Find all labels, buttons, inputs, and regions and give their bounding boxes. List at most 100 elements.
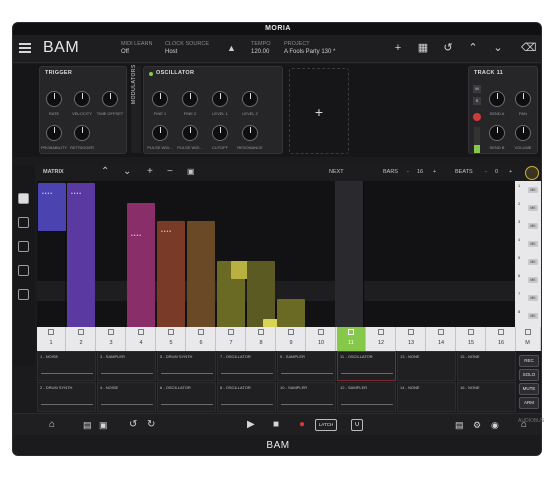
add-device-slot[interactable]: + bbox=[289, 68, 349, 154]
track-cell[interactable]: 16 - NONE bbox=[457, 382, 516, 412]
latch-button[interactable]: LATCH bbox=[315, 419, 337, 431]
undo-icon[interactable]: ↺ bbox=[129, 419, 137, 431]
stop-icon[interactable]: ■ bbox=[273, 419, 279, 431]
arm-button[interactable]: ARM bbox=[519, 397, 539, 409]
send-a-knob[interactable] bbox=[489, 91, 505, 107]
track-cell[interactable]: 1 - NOISE bbox=[37, 351, 96, 381]
column-button-active[interactable]: 11 bbox=[337, 327, 366, 351]
track-cell[interactable]: 15 - NONE bbox=[457, 351, 516, 381]
dial-icon[interactable]: ◉ bbox=[491, 419, 499, 431]
fine2-knob[interactable] bbox=[182, 91, 198, 107]
follow-icon[interactable] bbox=[525, 166, 539, 180]
beats-decrement-button[interactable]: - bbox=[485, 169, 487, 175]
redo-icon[interactable]: ↻ bbox=[147, 419, 155, 431]
column-button[interactable]: 13 bbox=[397, 327, 426, 351]
rec-button[interactable]: REC bbox=[519, 355, 539, 367]
undo-icon[interactable]: ↺ bbox=[441, 41, 455, 55]
column-button[interactable]: 6 bbox=[187, 327, 216, 351]
column-button[interactable]: 2 bbox=[67, 327, 96, 351]
rate-knob[interactable] bbox=[46, 91, 62, 107]
pan-knob[interactable] bbox=[515, 91, 531, 107]
column-button[interactable]: 8 bbox=[247, 327, 276, 351]
bars-increment-button[interactable]: + bbox=[433, 169, 436, 175]
chevron-down-icon[interactable]: ⌄ bbox=[123, 166, 131, 177]
scene-row[interactable]: 2 MK bbox=[517, 201, 539, 215]
play-icon[interactable]: ▶ bbox=[247, 419, 255, 431]
track-cell-selected[interactable]: 11 - OSCILLATOR bbox=[337, 351, 396, 381]
column-button[interactable]: 15 bbox=[457, 327, 486, 351]
record-icon[interactable]: ● bbox=[299, 419, 305, 431]
power-icon[interactable] bbox=[149, 72, 153, 76]
add-icon[interactable]: + bbox=[147, 166, 153, 177]
record-arm-icon[interactable] bbox=[473, 113, 481, 121]
automation-icon[interactable]: ∪ bbox=[351, 419, 363, 431]
send-b-knob[interactable] bbox=[489, 125, 505, 141]
column-button[interactable]: 16 bbox=[487, 327, 516, 351]
scene-row[interactable]: 5 MK bbox=[517, 255, 539, 269]
column-button[interactable]: 9 bbox=[277, 327, 306, 351]
next-label[interactable]: NEXT bbox=[329, 169, 344, 175]
layout-top-icon[interactable]: ▤ bbox=[83, 419, 92, 431]
chevron-up-icon[interactable]: ⌃ bbox=[101, 166, 109, 177]
scene-row[interactable]: 3 MK bbox=[517, 219, 539, 233]
track-cell[interactable]: 5 - DRUM SYNTH bbox=[157, 351, 216, 381]
track-cell[interactable]: 4 - NOISE bbox=[97, 382, 156, 412]
clip[interactable]: •••• bbox=[67, 183, 95, 327]
tempo-field[interactable]: TEMPO 120.00 bbox=[251, 40, 271, 56]
velocity-knob[interactable] bbox=[74, 91, 90, 107]
track-cell[interactable]: 14 - NONE bbox=[397, 382, 456, 412]
retrigger-knob[interactable] bbox=[74, 125, 90, 141]
pulse-width2-knob[interactable] bbox=[182, 125, 198, 141]
solo-button[interactable]: SOLO bbox=[519, 369, 539, 381]
clip[interactable]: •••• bbox=[127, 203, 155, 327]
volume-knob[interactable] bbox=[515, 125, 531, 141]
beats-value[interactable]: 0 bbox=[495, 169, 498, 175]
track-cell[interactable]: 3 - SAMPLER bbox=[97, 351, 156, 381]
matrix-view-icon[interactable] bbox=[18, 193, 29, 204]
clip[interactable]: •••• bbox=[157, 221, 185, 327]
bars-decrement-button[interactable]: - bbox=[407, 169, 409, 175]
clip[interactable] bbox=[187, 221, 215, 327]
clip[interactable]: •••• bbox=[38, 183, 66, 231]
column-button[interactable]: 12 bbox=[367, 327, 396, 351]
track-cell[interactable]: 9 - SAMPLER bbox=[277, 351, 336, 381]
beats-increment-button[interactable]: + bbox=[509, 169, 512, 175]
mixer-icon[interactable] bbox=[18, 289, 29, 300]
home-icon[interactable]: ⌂ bbox=[49, 419, 55, 431]
add-icon[interactable]: + bbox=[391, 41, 405, 55]
scene-row[interactable]: 1 MK bbox=[517, 183, 539, 197]
bars-value[interactable]: 16 bbox=[417, 169, 423, 175]
list-view-icon[interactable] bbox=[18, 217, 29, 228]
layout-bottom-icon[interactable]: ▣ bbox=[99, 419, 108, 431]
project-field[interactable]: PROJECT A Fools Party 130 * bbox=[284, 40, 335, 56]
clock-source-field[interactable]: CLOCK SOURCE Host bbox=[165, 40, 209, 56]
cutoff-knob[interactable] bbox=[212, 125, 228, 141]
chevron-down-icon[interactable]: ⌄ bbox=[491, 41, 505, 55]
track-cell[interactable]: 8 - OSCILLATOR bbox=[217, 382, 276, 412]
scene-row[interactable]: 8 MK bbox=[517, 309, 539, 323]
save-icon[interactable]: ▦ bbox=[416, 41, 430, 55]
level1-knob[interactable] bbox=[212, 91, 228, 107]
column-button[interactable]: 3 bbox=[97, 327, 126, 351]
clip[interactable] bbox=[247, 261, 275, 327]
document-icon[interactable]: ▤ bbox=[455, 419, 464, 431]
column-button[interactable]: 5 bbox=[157, 327, 186, 351]
notes-icon[interactable] bbox=[18, 265, 29, 276]
track-cell[interactable]: 12 - SAMPLER bbox=[337, 382, 396, 412]
solo-toggle[interactable]: S bbox=[473, 97, 481, 105]
track-cell[interactable]: 7 - OSCILLATOR bbox=[217, 351, 276, 381]
duplicate-icon[interactable]: ▣ bbox=[187, 167, 195, 176]
column-button[interactable]: 4 bbox=[127, 327, 156, 351]
chevron-up-icon[interactable]: ⌃ bbox=[466, 41, 480, 55]
column-button[interactable]: 14 bbox=[427, 327, 456, 351]
mute-button[interactable]: MUTE bbox=[519, 383, 539, 395]
menu-icon[interactable] bbox=[19, 43, 31, 53]
master-column-button[interactable]: M bbox=[515, 327, 541, 351]
clip[interactable] bbox=[277, 299, 305, 327]
remove-icon[interactable]: − bbox=[167, 166, 173, 177]
column-button[interactable]: 1 bbox=[37, 327, 66, 351]
track-cell[interactable]: 13 - NONE bbox=[397, 351, 456, 381]
track-cell[interactable]: 10 - SAMPLER bbox=[277, 382, 336, 412]
column-button[interactable]: 10 bbox=[307, 327, 336, 351]
time-offset-knob[interactable] bbox=[102, 91, 118, 107]
